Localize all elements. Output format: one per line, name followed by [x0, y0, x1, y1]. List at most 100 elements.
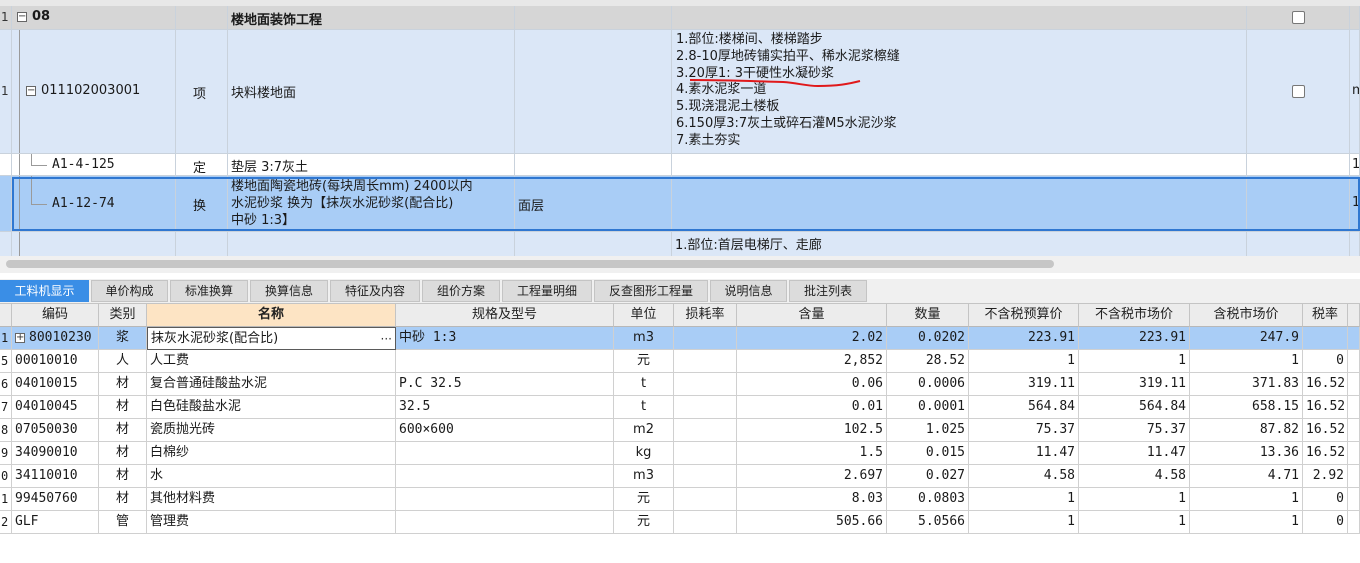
material-content[interactable]: 2.697 — [737, 465, 887, 488]
col-header-spec[interactable]: 规格及型号 — [396, 304, 614, 327]
material-tax-rate[interactable]: 16.52 — [1303, 396, 1348, 419]
col-header-quantity[interactable]: 数量 — [887, 304, 969, 327]
material-spec[interactable] — [396, 488, 614, 511]
material-quantity[interactable]: 0.0202 — [887, 327, 969, 350]
material-quantity[interactable]: 28.52 — [887, 350, 969, 373]
material-unit[interactable]: m2 — [614, 419, 674, 442]
material-unit[interactable]: 元 — [614, 511, 674, 534]
material-quantity[interactable]: 5.0566 — [887, 511, 969, 534]
material-tax-rate[interactable]: 0 — [1303, 488, 1348, 511]
material-name[interactable]: 人工费 — [147, 350, 396, 373]
material-loss-rate[interactable] — [674, 350, 737, 373]
material-content[interactable]: 1.5 — [737, 442, 887, 465]
material-spec[interactable]: 中砂 1:3 — [396, 327, 614, 350]
material-code[interactable]: 99450760 — [12, 488, 99, 511]
col-header-tax-rate[interactable]: 税率 — [1303, 304, 1348, 327]
tab-materials[interactable]: 工料机显示 — [0, 280, 89, 302]
material-code[interactable]: 04010015 — [12, 373, 99, 396]
tab-unit-price[interactable]: 单价构成 — [91, 280, 168, 302]
table-row[interactable]: 1 99450760 材 其他材料费 元 8.03 0.0803 1 1 1 0 — [0, 488, 1360, 511]
material-category[interactable]: 材 — [99, 419, 147, 442]
material-market-price[interactable]: 319.11 — [1079, 373, 1190, 396]
table-row[interactable]: 7 04010045 材 白色硅酸盐水泥 32.5 t 0.01 0.0001 564.84 56… — [0, 396, 1360, 419]
material-budget-price[interactable]: 564.84 — [969, 396, 1079, 419]
material-tax-rate[interactable]: 16.52 — [1303, 442, 1348, 465]
material-spec[interactable] — [396, 511, 614, 534]
material-loss-rate[interactable] — [674, 373, 737, 396]
material-category[interactable]: 管 — [99, 511, 147, 534]
material-loss-rate[interactable] — [674, 511, 737, 534]
material-market-price[interactable]: 1 — [1079, 488, 1190, 511]
material-code[interactable]: +80010230 — [12, 327, 99, 350]
material-budget-price[interactable]: 1 — [969, 488, 1079, 511]
material-content[interactable]: 0.06 — [737, 373, 887, 396]
tag-cell[interactable]: 面层 — [515, 176, 672, 232]
col-header-budget-price[interactable]: 不含税预算价 — [969, 304, 1079, 327]
material-name[interactable]: 复合普通硅酸盐水泥 — [147, 373, 396, 396]
table-row[interactable]: 1 +80010230 浆抹灰水泥砂浆(配合比) ··· 中砂 1:3 m3 2.02 0.0… — [0, 327, 1360, 350]
material-quantity[interactable]: 1.025 — [887, 419, 969, 442]
table-row[interactable]: 0 34110010 材 水 m3 2.697 0.027 4.58 4.58 4.71 2.92 — [0, 465, 1360, 488]
name-cell[interactable]: 块料楼地面 — [228, 30, 515, 154]
collapse-icon[interactable]: − — [17, 12, 27, 22]
material-tax-market-price[interactable]: 1 — [1190, 350, 1303, 373]
material-tax-market-price[interactable]: 87.82 — [1190, 419, 1303, 442]
material-spec[interactable] — [396, 442, 614, 465]
col-header-unit[interactable]: 单位 — [614, 304, 674, 327]
collapse-icon[interactable]: − — [26, 86, 36, 96]
material-unit[interactable]: m3 — [614, 327, 674, 350]
material-loss-rate[interactable] — [674, 396, 737, 419]
material-name[interactable]: 管理费 — [147, 511, 396, 534]
table-row-item[interactable]: − 011102003001 — [12, 30, 176, 154]
material-loss-rate[interactable] — [674, 465, 737, 488]
table-row[interactable]: 9 34090010 材 白棉纱 kg 1.5 0.015 11.47 11.47 13.36 16… — [0, 442, 1360, 465]
row-checkbox[interactable] — [1292, 85, 1305, 98]
table-row-group-08[interactable]: − 08 — [12, 6, 176, 30]
material-unit[interactable]: kg — [614, 442, 674, 465]
material-market-price[interactable]: 4.58 — [1079, 465, 1190, 488]
material-market-price[interactable]: 223.91 — [1079, 327, 1190, 350]
material-loss-rate[interactable] — [674, 488, 737, 511]
material-content[interactable]: 2.02 — [737, 327, 887, 350]
table-row[interactable]: 6 04010015 材 复合普通硅酸盐水泥 P.C 32.5 t 0.06 0.0006 31… — [0, 373, 1360, 396]
table-row[interactable]: 8 07050030 材 瓷质抛光砖 600×600 m2 102.5 1.025 75.37 7… — [0, 419, 1360, 442]
material-name[interactable]: 白棉纱 — [147, 442, 396, 465]
material-spec[interactable]: 600×600 — [396, 419, 614, 442]
material-code[interactable]: 34090010 — [12, 442, 99, 465]
name-cell[interactable] — [228, 232, 515, 256]
tab-pricing-scheme[interactable]: 组价方案 — [422, 280, 500, 302]
material-quantity[interactable]: 0.0803 — [887, 488, 969, 511]
tab-annotations[interactable]: 批注列表 — [789, 280, 867, 302]
material-budget-price[interactable]: 4.58 — [969, 465, 1079, 488]
material-tax-market-price[interactable]: 1 — [1190, 511, 1303, 534]
table-row[interactable]: 2 GLF 管 管理费 元 505.66 5.0566 1 1 1 0 — [0, 511, 1360, 534]
material-market-price[interactable]: 1 — [1079, 350, 1190, 373]
col-header-market-price[interactable]: 不含税市场价 — [1079, 304, 1190, 327]
tab-graphic-quantity[interactable]: 反查图形工程量 — [594, 280, 708, 302]
material-unit[interactable]: 元 — [614, 350, 674, 373]
expand-icon[interactable]: + — [15, 332, 25, 343]
tab-notes[interactable]: 说明信息 — [710, 280, 787, 302]
material-name[interactable]: 其他材料费 — [147, 488, 396, 511]
material-tax-market-price[interactable]: 1 — [1190, 488, 1303, 511]
material-category[interactable]: 浆 — [99, 327, 147, 350]
horizontal-scrollbar[interactable] — [0, 256, 1360, 273]
col-header-code[interactable]: 编码 — [12, 304, 99, 327]
col-header-content[interactable]: 含量 — [737, 304, 887, 327]
material-name[interactable]: 抹灰水泥砂浆(配合比) ··· — [147, 327, 396, 350]
name-cell[interactable]: 楼地面陶瓷地砖(每块周长mm) 2400以内 水泥砂浆 换为【抹灰水泥砂浆(配合… — [228, 176, 515, 232]
material-code[interactable]: 00010010 — [12, 350, 99, 373]
material-category[interactable]: 材 — [99, 465, 147, 488]
material-tax-market-price[interactable]: 371.83 — [1190, 373, 1303, 396]
material-unit[interactable]: t — [614, 396, 674, 419]
col-header-category[interactable]: 类别 — [99, 304, 147, 327]
material-tax-market-price[interactable]: 13.36 — [1190, 442, 1303, 465]
table-row-item[interactable] — [12, 232, 176, 256]
material-name[interactable]: 白色硅酸盐水泥 — [147, 396, 396, 419]
row-checkbox[interactable] — [1292, 11, 1305, 24]
material-content[interactable]: 0.01 — [737, 396, 887, 419]
material-market-price[interactable]: 11.47 — [1079, 442, 1190, 465]
col-header-name[interactable]: 名称 — [147, 304, 396, 327]
tab-conversion-info[interactable]: 换算信息 — [250, 280, 328, 302]
material-spec[interactable]: P.C 32.5 — [396, 373, 614, 396]
